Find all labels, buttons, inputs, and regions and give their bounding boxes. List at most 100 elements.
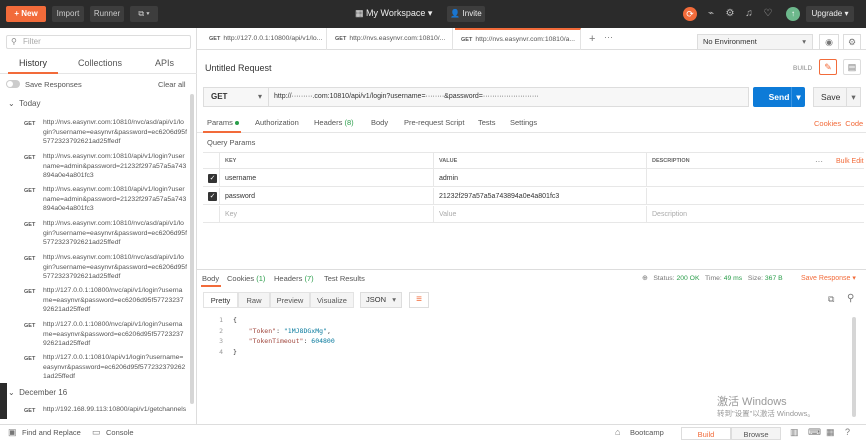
sync-icon[interactable]: ⟳ xyxy=(683,7,697,21)
tab-authorization[interactable]: Authorization xyxy=(255,118,299,127)
format-pretty[interactable]: Pretty xyxy=(203,292,238,308)
side-panel-handle[interactable] xyxy=(0,383,7,419)
code-link[interactable]: Code xyxy=(845,119,863,128)
method-label: GET xyxy=(335,36,347,42)
url-input[interactable]: http://·········.com:10810/api/v1/login?… xyxy=(269,87,749,107)
status-label: Status: xyxy=(653,275,675,282)
find-replace-button[interactable]: Find and Replace xyxy=(22,428,81,437)
param-value[interactable]: admin xyxy=(433,170,646,187)
code-line: "TokenTimeout": 604800 xyxy=(248,337,335,345)
upgrade-label: Upgrade xyxy=(811,9,843,18)
send-button[interactable]: Send ▾ xyxy=(753,87,805,107)
save-response-button[interactable]: Save Response ▾ xyxy=(801,274,856,282)
response-scrollbar[interactable] xyxy=(852,317,856,417)
tab-test-results[interactable]: Test Results xyxy=(324,274,365,283)
invite-icon: 👤 xyxy=(450,9,461,18)
checkbox-checked-icon[interactable]: ✓ xyxy=(208,192,217,201)
format-visualize[interactable]: Visualize xyxy=(310,292,354,308)
tab-apis[interactable]: APIs xyxy=(155,58,174,68)
tab-response-headers[interactable]: Headers (7) xyxy=(274,274,314,283)
notification-bell-icon[interactable]: ♫ xyxy=(743,8,755,20)
heart-icon[interactable]: ♡ xyxy=(762,8,774,20)
environment-select[interactable]: No Environment ▾ xyxy=(697,34,813,50)
checkbox-checked-icon[interactable]: ✓ xyxy=(208,174,217,183)
bootcamp-icon[interactable]: ⌂ xyxy=(615,427,620,437)
param-description[interactable] xyxy=(646,170,864,187)
history-item[interactable]: GET http://192.168.99.113:10800/api/v1/ge… xyxy=(0,405,190,423)
line-number: 1 xyxy=(219,316,223,324)
history-group-today[interactable]: ⌄ Today xyxy=(8,99,41,108)
upgrade-button[interactable]: Upgrade ▾ xyxy=(806,6,854,22)
sidebar-toggle-icon[interactable]: ▣ xyxy=(8,427,17,438)
send-dropdown-icon[interactable]: ▾ xyxy=(791,87,805,107)
format-raw[interactable]: Raw xyxy=(238,292,270,308)
param-value[interactable]: 21232f297a57a5a743894a0e4a801fc3 xyxy=(433,188,646,205)
more-options-icon[interactable]: ··· xyxy=(815,153,823,170)
method-label: GET xyxy=(24,323,36,329)
tab-response-body[interactable]: Body xyxy=(202,274,219,283)
new-button[interactable]: + New xyxy=(6,6,46,22)
value-placeholder[interactable]: Value xyxy=(433,206,646,223)
save-responses-toggle[interactable] xyxy=(6,80,20,88)
tab-collections[interactable]: Collections xyxy=(78,58,122,68)
format-preview[interactable]: Preview xyxy=(270,292,310,308)
tab-headers[interactable]: Headers (8) xyxy=(314,118,354,127)
key-placeholder[interactable]: Key xyxy=(219,206,433,223)
tab-tests[interactable]: Tests xyxy=(478,118,496,127)
request-tab[interactable]: GET http://127.0.0.1:10800/api/v1/lo... xyxy=(203,28,327,50)
help-icon[interactable]: ? xyxy=(845,427,850,437)
keyboard-icon[interactable]: ⌨ xyxy=(808,427,821,438)
request-title[interactable]: Untitled Request xyxy=(205,63,272,73)
satellite-icon[interactable]: ⌁ xyxy=(705,8,717,20)
invite-button[interactable]: 👤 Invite xyxy=(447,6,485,22)
sidebar-scrollbar[interactable] xyxy=(190,94,194,404)
history-group-december-16[interactable]: ⌄ December 16 xyxy=(8,388,67,397)
method-select[interactable]: GET ▾ xyxy=(203,87,269,107)
param-key[interactable]: password xyxy=(219,188,433,205)
tab-settings[interactable]: Settings xyxy=(510,118,537,127)
bulk-edit-button[interactable]: Bulk Edit xyxy=(836,153,864,170)
save-button[interactable]: Save ▾ xyxy=(813,87,861,107)
search-icon[interactable]: ⚲ xyxy=(847,293,854,304)
new-window-button[interactable]: ⧉ ▾ xyxy=(130,6,158,22)
console-icon[interactable]: ▭ xyxy=(92,427,101,438)
wrap-lines-icon[interactable]: ≡ xyxy=(409,292,429,308)
description-placeholder[interactable]: Description xyxy=(646,206,864,223)
save-dropdown-icon[interactable]: ▾ xyxy=(846,88,860,106)
cookies-link[interactable]: Cookies xyxy=(814,119,841,128)
json-string: "1MJ8DGxMg" xyxy=(283,326,327,335)
console-button[interactable]: Console xyxy=(106,428,134,437)
tab-params[interactable]: Params xyxy=(207,118,239,127)
tab-body[interactable]: Body xyxy=(371,118,388,127)
runner-button[interactable]: Runner xyxy=(90,6,124,22)
language-select[interactable]: JSON ▾ xyxy=(360,292,402,308)
avatar[interactable]: ↑ xyxy=(786,7,800,21)
request-tab-active[interactable]: GET http://nvs.easynvr.com:10810/a... xyxy=(455,28,581,50)
param-description[interactable] xyxy=(646,188,864,205)
clear-all-button[interactable]: Clear all xyxy=(158,80,186,89)
table-row: ✓ username admin xyxy=(203,170,864,187)
tab-response-cookies[interactable]: Cookies (1) xyxy=(227,274,265,283)
filter-placeholder: Filter xyxy=(23,37,41,46)
tab-history[interactable]: History xyxy=(19,58,47,68)
filter-input[interactable]: ⚲ Filter xyxy=(6,35,191,49)
edit-pencil-icon[interactable]: ✎ xyxy=(819,59,837,75)
add-tab-icon[interactable]: + xyxy=(589,33,595,45)
browse-mode-button[interactable]: Browse xyxy=(731,427,781,440)
import-button[interactable]: Import xyxy=(52,6,84,22)
eye-icon[interactable]: ◉ xyxy=(819,34,839,50)
columns-icon[interactable]: ▦ xyxy=(826,427,835,438)
tab-pre-request-script[interactable]: Pre-request Script xyxy=(404,118,464,127)
document-icon[interactable]: ▤ xyxy=(843,59,861,75)
copy-icon[interactable]: ⧉ xyxy=(828,294,834,305)
param-key[interactable]: username xyxy=(219,170,433,187)
workspace-switcher[interactable]: ▦ My Workspace ▾ xyxy=(355,8,432,19)
request-tab[interactable]: GET http://nvs.easynvr.com:10810/... xyxy=(329,28,453,50)
two-pane-icon[interactable]: ▥ xyxy=(790,427,799,438)
settings-icon[interactable]: ⚙ xyxy=(724,8,736,20)
build-mode-button[interactable]: Build xyxy=(681,427,731,440)
gear-icon[interactable]: ⚙ xyxy=(843,34,861,50)
bootcamp-button[interactable]: Bootcamp xyxy=(630,428,664,437)
history-url: http://127.0.0.1:10810/api/v1/login?user… xyxy=(43,354,186,380)
more-tabs-icon[interactable]: ··· xyxy=(604,32,613,42)
